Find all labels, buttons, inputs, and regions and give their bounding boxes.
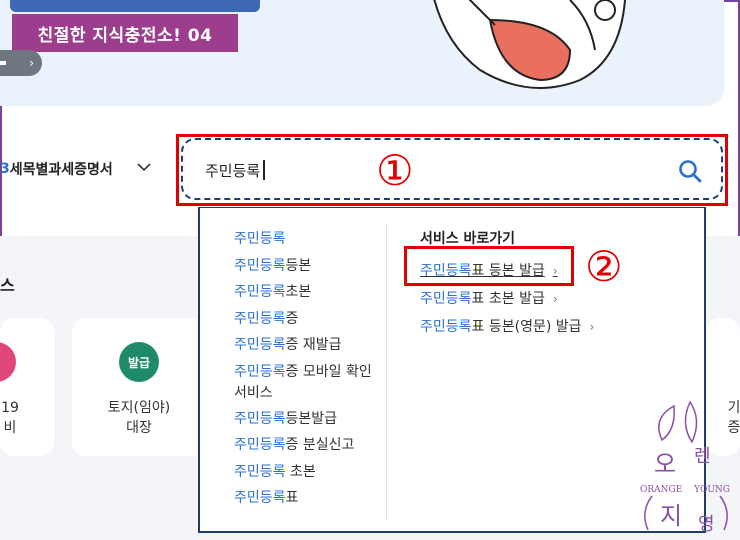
suggestion-item[interactable]: 주민등록표 bbox=[234, 485, 384, 512]
chevron-right-icon: › bbox=[589, 320, 595, 334]
suggestion-item[interactable]: 주민등록초본 bbox=[234, 279, 384, 306]
shortcut-resident-registration-english[interactable]: 주민등록표 등본(영문) 발급 › bbox=[420, 316, 594, 336]
search-icon[interactable] bbox=[677, 158, 703, 184]
annotation-marker-1: ① bbox=[376, 146, 414, 195]
shortcut-resident-registration-abstract[interactable]: 주민등록표 초본 발급 › bbox=[420, 288, 558, 308]
watermark-word: ORANGE bbox=[640, 485, 682, 495]
suggestion-item[interactable]: 주민등록증 재발급 bbox=[234, 332, 384, 359]
chevron-right-icon: › bbox=[552, 292, 558, 306]
service-card-line: 대장 bbox=[126, 420, 152, 436]
pager-indicator bbox=[0, 61, 6, 65]
suggestion-item[interactable]: 주민등록증 모바일 확인 서비스 bbox=[234, 359, 384, 406]
service-card-land-ledger[interactable]: 발급 토지(임야) 대장 bbox=[72, 318, 206, 456]
chevron-right-icon: › bbox=[29, 56, 34, 70]
service-card-line: 토지(임야) bbox=[107, 400, 171, 416]
shortcut-annotation-outline bbox=[404, 246, 574, 286]
suggestion-item[interactable]: 주민등록증 분실신고 bbox=[234, 432, 384, 459]
orange-young-watermark: 오 렌 ORANGE YOUNG 지 영 bbox=[640, 400, 730, 535]
suggestion-item[interactable]: 주민등록 초본 bbox=[234, 459, 384, 486]
hero-banner[interactable]: 친절한 지식충전소! 04 › bbox=[0, 0, 724, 106]
service-card-line: 19 bbox=[1, 400, 19, 416]
banner-next-button[interactable]: › bbox=[0, 50, 42, 76]
annotation-marker-2: ② bbox=[585, 242, 623, 291]
chevron-down-icon bbox=[137, 163, 151, 172]
banner-badge: 친절한 지식충전소! 04 bbox=[12, 14, 238, 52]
suggestion-item[interactable]: 주민등록등본 bbox=[234, 253, 384, 280]
service-icon bbox=[0, 342, 16, 382]
watermark-char: 영 bbox=[698, 514, 715, 535]
watermark-char: 지 bbox=[660, 502, 682, 530]
service-shortcut-title: 서비스 바로가기 bbox=[420, 231, 516, 247]
watermark-char: 오 bbox=[654, 450, 676, 478]
suggestion-list: 주민등록 주민등록등본 주민등록초본 주민등록증 주민등록증 재발급 주민등록증… bbox=[234, 226, 384, 512]
service-card[interactable]: 19 비 bbox=[0, 318, 54, 456]
watermark-char: 렌 bbox=[694, 446, 711, 467]
suggestion-item[interactable]: 주민등록등본발급 bbox=[234, 406, 384, 433]
suggestion-item[interactable]: 주민등록증 bbox=[234, 306, 384, 333]
suggestion-item[interactable]: 주민등록 bbox=[234, 226, 384, 253]
issue-icon: 발급 bbox=[119, 342, 159, 382]
category-prefix-number: 3 bbox=[0, 161, 10, 177]
section-title: 스 bbox=[0, 276, 15, 295]
search-box[interactable] bbox=[181, 138, 723, 200]
category-select-label: 세목별과세증명서 bbox=[9, 162, 113, 178]
category-select[interactable]: 3 세목별과세증명서 bbox=[0, 156, 160, 182]
dropdown-divider bbox=[386, 224, 387, 520]
search-input[interactable] bbox=[205, 156, 645, 184]
banner-illustration bbox=[433, 0, 626, 89]
banner-title-graphic bbox=[10, 0, 260, 12]
service-card-line: 비 bbox=[3, 420, 17, 436]
watermark-word: YOUNG bbox=[693, 485, 730, 495]
text-cursor bbox=[263, 160, 265, 180]
